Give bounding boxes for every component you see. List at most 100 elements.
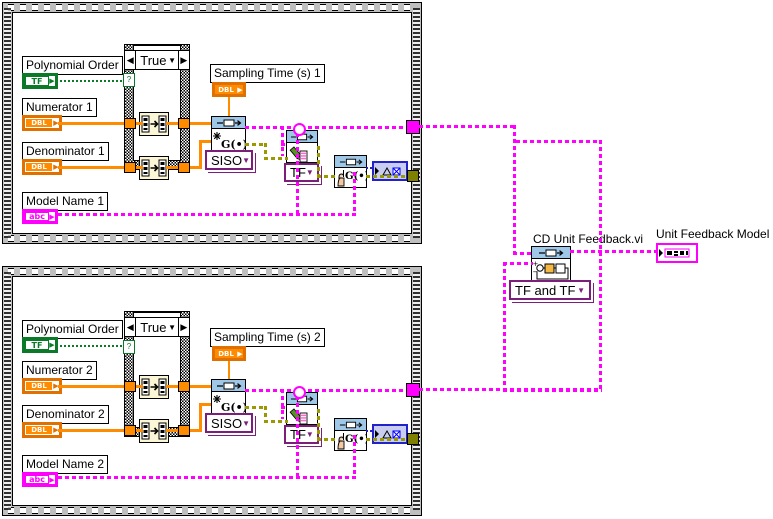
case-tunnel-bottom-3[interactable] bbox=[124, 425, 136, 436]
case-tunnel-bottom-2[interactable] bbox=[178, 381, 190, 392]
chevron-down-icon[interactable]: ▼ bbox=[167, 56, 178, 65]
terminal-sampling-time-top[interactable]: DBL ▶ bbox=[212, 82, 246, 97]
terminal-denominator-bottom[interactable]: DBL ▶ bbox=[22, 422, 62, 438]
terminal-model-name-bottom[interactable]: abc ▶ bbox=[22, 472, 58, 487]
case-prev-arrow-icon[interactable]: ◀ bbox=[125, 318, 136, 336]
terminal-numerator-top[interactable]: DBL ▶ bbox=[22, 115, 62, 131]
bottom-case-selector[interactable]: ◀ True ▼ ▶ bbox=[124, 317, 190, 337]
case-tunnel-bottom-1[interactable] bbox=[124, 381, 136, 392]
terminal-denominator-top[interactable]: DBL ▶ bbox=[22, 159, 62, 175]
wire-model-bottom-out-a bbox=[245, 389, 411, 392]
terminal-type-label: abc bbox=[25, 212, 49, 221]
chevron-down-icon[interactable]: ▼ bbox=[242, 156, 250, 165]
chevron-down-icon[interactable]: ▼ bbox=[306, 168, 314, 177]
case-tunnel-top-1[interactable] bbox=[124, 118, 136, 129]
enum-tf-top[interactable]: TF ▼ bbox=[284, 163, 319, 182]
wire-bottom-to-feedback-v bbox=[599, 140, 602, 391]
wire-denominator-top-up bbox=[199, 140, 202, 169]
wire-model-name-bottom bbox=[58, 476, 356, 479]
array-transform-node-top-1[interactable] bbox=[139, 112, 169, 136]
indicator-error-out-top[interactable] bbox=[372, 161, 408, 181]
terminal-nub-icon: ▶ bbox=[49, 341, 55, 349]
loop-tunnel-bottom-magenta[interactable] bbox=[406, 383, 420, 397]
case-tunnel-top-4[interactable] bbox=[178, 162, 190, 173]
label-sampling-time-bottom: Sampling Time (s) 2 bbox=[210, 328, 325, 347]
case-tunnel-top-2[interactable] bbox=[178, 118, 190, 129]
chevron-down-icon[interactable]: ▼ bbox=[577, 286, 585, 295]
wire-olive-top-v2 bbox=[317, 146, 320, 178]
wire-bottom-to-feedback-in bbox=[503, 262, 533, 265]
cd-construct-transfer-function-node-top[interactable]: G(•) bbox=[211, 116, 248, 151]
enum-siso-bottom[interactable]: SISO ▼ bbox=[205, 413, 253, 433]
label-subvi-title: CD Unit Feedback.vi bbox=[533, 232, 644, 246]
subvi-connector-icon bbox=[539, 249, 564, 256]
chevron-down-icon[interactable]: ▼ bbox=[306, 430, 314, 439]
subvi-connector-icon bbox=[216, 382, 241, 389]
terminal-polynomial-order-bottom[interactable]: TF ▶ bbox=[22, 337, 58, 353]
enum-siso-top[interactable]: SISO ▼ bbox=[205, 150, 253, 170]
chevron-down-icon[interactable]: ▼ bbox=[167, 323, 178, 332]
loop-tunnel-bottom-olive[interactable] bbox=[407, 433, 419, 445]
wire-olive-bottom-v2 bbox=[317, 409, 320, 441]
terminal-type-label: abc bbox=[25, 475, 49, 484]
terminal-polynomial-order-top[interactable]: TF ▶ bbox=[22, 73, 58, 89]
wire-model-bottom-branch-down bbox=[296, 389, 299, 477]
label-unit-feedback-model: Unit Feedback Model bbox=[656, 227, 770, 241]
wire-model-name-top bbox=[58, 213, 356, 216]
case-tunnel-top-3[interactable] bbox=[124, 162, 136, 173]
enum-tf-and-tf[interactable]: TF and TF ▼ bbox=[509, 280, 591, 300]
case-next-arrow-icon[interactable]: ▶ bbox=[178, 318, 189, 336]
loop-tunnel-top-magenta[interactable] bbox=[406, 120, 420, 134]
cd-unit-feedback-vi-node[interactable]: + − bbox=[531, 246, 571, 283]
terminal-type-label: DBL bbox=[215, 85, 237, 94]
enum-label: SISO bbox=[211, 415, 243, 431]
cd-model-display-node-bottom[interactable]: G(•) bbox=[334, 418, 369, 451]
chevron-down-icon[interactable]: ▼ bbox=[242, 419, 250, 428]
case-prev-arrow-icon[interactable]: ◀ bbox=[125, 51, 136, 69]
loop-border-left bbox=[4, 8, 11, 238]
wire-numerator-top-2 bbox=[166, 122, 216, 125]
node-header bbox=[335, 156, 366, 168]
wire-top-node-connect-h bbox=[281, 143, 288, 146]
enum-label: SISO bbox=[211, 152, 243, 168]
indicator-error-out-bottom[interactable] bbox=[372, 424, 408, 444]
hand-g-icon: G(•) bbox=[337, 433, 369, 450]
case-next-arrow-icon[interactable]: ▶ bbox=[178, 51, 189, 69]
array-transform-node-bottom-1[interactable] bbox=[139, 375, 169, 399]
case-selector-value: True bbox=[140, 52, 167, 68]
array-transform-icon bbox=[141, 378, 167, 396]
wire-boolean-top bbox=[60, 80, 123, 82]
cd-construct-transfer-function-node-bottom[interactable]: G(•) bbox=[211, 379, 248, 414]
terminal-type-label: TF bbox=[25, 76, 49, 86]
indicator-unit-feedback-model[interactable] bbox=[656, 243, 698, 263]
terminal-sampling-time-bottom[interactable]: DBL ▶ bbox=[212, 346, 246, 361]
wire-error-top bbox=[366, 167, 374, 169]
wire-bottom-node-connect-h bbox=[281, 406, 288, 409]
terminal-nub-icon: ▶ bbox=[49, 77, 55, 85]
wire-sampling-time-top bbox=[228, 97, 230, 117]
top-case-selector-terminal[interactable]: ? bbox=[123, 73, 135, 87]
g-of-s-icon: G(•) bbox=[213, 395, 248, 414]
terminal-model-name-top[interactable]: abc ▶ bbox=[22, 209, 58, 224]
hand-g-icon: G(•) bbox=[337, 170, 369, 187]
array-transform-node-top-2[interactable] bbox=[139, 156, 169, 180]
wire-sampling-time-bottom bbox=[228, 361, 230, 381]
wire-olive-bottom-4 bbox=[366, 438, 411, 441]
top-case-selector[interactable]: ◀ True ▼ ▶ bbox=[124, 50, 190, 70]
wire-model-name-bottom-up bbox=[353, 435, 356, 479]
block-diagram-canvas: ◀ True ▼ ▶ ? Polynomial Order TF ▶ Numer… bbox=[0, 0, 773, 519]
subvi-connector-icon bbox=[339, 158, 363, 165]
wire-junction-top bbox=[293, 123, 306, 136]
terminal-numerator-bottom[interactable]: DBL ▶ bbox=[22, 378, 62, 394]
wire-top-to-feedback-in bbox=[513, 252, 533, 255]
case-tunnel-bottom-4[interactable] bbox=[178, 425, 190, 436]
wire-olive-bottom-2 bbox=[264, 420, 288, 423]
node-header bbox=[532, 247, 570, 259]
bottom-case-selector-terminal[interactable]: ? bbox=[123, 340, 135, 354]
array-transform-node-bottom-2[interactable] bbox=[139, 419, 169, 443]
cd-model-display-node-top[interactable]: G(•) bbox=[334, 155, 369, 188]
terminal-nub-icon: ▶ bbox=[49, 475, 55, 484]
enum-tf-bottom[interactable]: TF ▼ bbox=[284, 425, 319, 444]
wire-model-name-top-up bbox=[353, 172, 356, 216]
loop-tunnel-top-olive[interactable] bbox=[407, 170, 419, 182]
